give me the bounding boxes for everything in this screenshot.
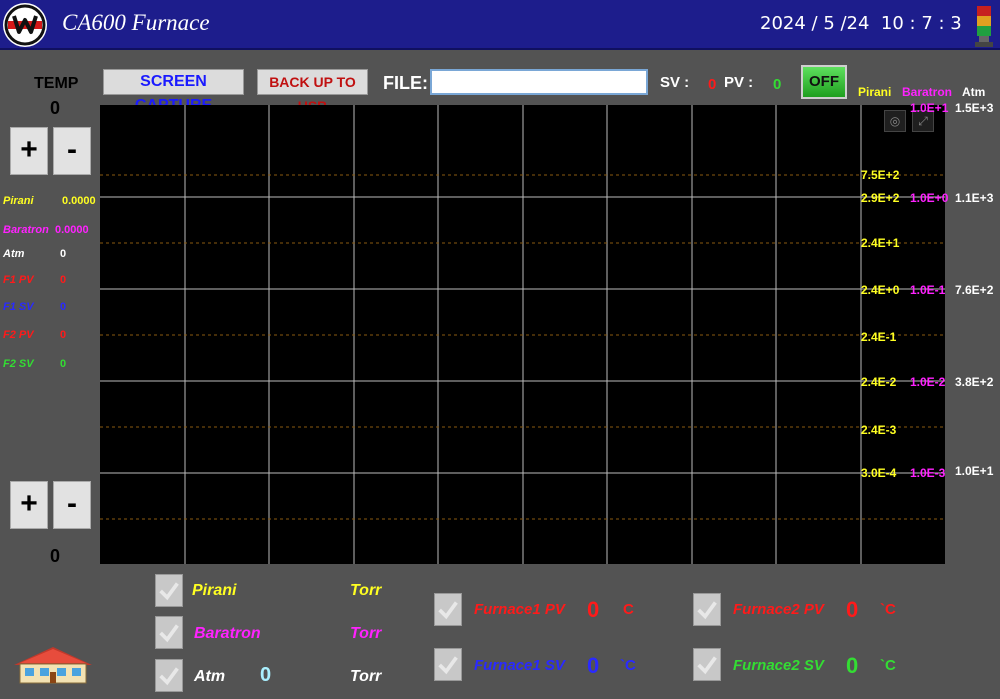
checkbox-check-icon	[697, 601, 717, 620]
legend-furnace1-sv-label: Furnace1 SV	[474, 657, 565, 674]
legend-furnace1-sv-unit: `C	[620, 657, 636, 674]
atm-tick: 1.1E+3	[955, 191, 994, 205]
reading-label-f2-pv: F2 PV	[3, 329, 34, 341]
pirani-tick: 2.4E-1	[861, 330, 897, 344]
zoom-out-top-button[interactable]: -	[53, 127, 91, 175]
zoom-in-bottom-button[interactable]: +	[10, 481, 48, 529]
legend-furnace1-pv-value: 0	[587, 597, 600, 622]
checkbox-check-icon	[438, 601, 458, 620]
reading-label-f2-sv: F2 SV	[3, 358, 34, 370]
legend-furnace2-sv-label: Furnace2 SV	[733, 657, 824, 674]
checkbox-check-icon	[159, 624, 179, 643]
reading-value-baratron: 0.0000	[55, 224, 89, 236]
trend-chart[interactable]: ◎ ⤢	[100, 105, 945, 564]
pv-value: 0	[773, 76, 782, 93]
furnace2-sv-checkbox[interactable]	[693, 648, 721, 681]
reading-value-f1-sv: 0	[60, 301, 67, 313]
chart-grid	[100, 105, 945, 564]
legend-furnace2-sv-value: 0	[846, 653, 859, 678]
reading-value-f2-sv: 0	[60, 358, 67, 370]
legend-furnace1-sv-value: 0	[587, 653, 600, 678]
legend-furnace2-pv-unit: `C	[880, 601, 896, 618]
baratron-checkbox[interactable]	[155, 616, 183, 649]
temp-top-value: 0	[50, 98, 61, 118]
pirani-tick: 2.4E+1	[861, 236, 900, 250]
reading-value-f1-pv: 0	[60, 274, 67, 286]
temp-label: TEMP	[34, 75, 79, 92]
reading-label-f1-sv: F1 SV	[3, 301, 34, 313]
reading-label-f1-pv: F1 PV	[3, 274, 34, 286]
power-off-button[interactable]: OFF	[801, 65, 847, 99]
company-logo-icon	[3, 3, 47, 47]
target-icon[interactable]: ◎	[884, 110, 906, 132]
home-icon[interactable]	[10, 645, 96, 685]
zoom-out-bottom-button[interactable]: -	[53, 481, 91, 529]
legend-furnace2-pv-value: 0	[846, 597, 859, 622]
checkbox-check-icon	[159, 667, 179, 686]
baratron-tick: 1.0E+1	[910, 101, 949, 115]
reading-label-baratron: Baratron	[3, 224, 49, 236]
sv-label: SV :	[660, 74, 690, 91]
backup-to-usb-button[interactable]: BACK UP TO USB	[257, 69, 368, 114]
legend-furnace2-pv-label: Furnace2 PV	[733, 601, 824, 618]
reading-label-pirani: Pirani	[3, 195, 34, 207]
temp-bottom-value: 0	[50, 546, 61, 566]
furnace1-sv-checkbox[interactable]	[434, 648, 462, 681]
pv-label: PV :	[724, 74, 754, 91]
reading-value-pirani: 0.0000	[62, 195, 96, 207]
reading-value-atm: 0	[60, 248, 67, 260]
sv-value: 0	[708, 76, 717, 93]
atm-tick: 7.6E+2	[955, 283, 994, 297]
baratron-tick: 1.0E-1	[910, 283, 946, 297]
legend-pirani-unit: Torr	[350, 582, 382, 599]
pirani-checkbox[interactable]	[155, 574, 183, 607]
legend-atm-unit: Torr	[350, 668, 382, 685]
legend-furnace1-pv-label: Furnace1 PV	[474, 601, 565, 618]
title-bar: CA600 Furnace 2024 / 5 /24 10 : 7 : 3	[0, 0, 1000, 50]
baratron-tick: 1.0E+0	[910, 191, 949, 205]
legend-pirani-label: Pirani	[192, 582, 237, 599]
furnace2-pv-checkbox[interactable]	[693, 593, 721, 626]
atm-tick: 1.5E+3	[955, 101, 994, 115]
checkbox-check-icon	[697, 656, 717, 675]
legend-atm-label: Atm	[194, 668, 226, 685]
stack-light-icon	[975, 6, 993, 47]
legend-furnace1-pv-unit: C	[623, 601, 634, 618]
baratron-axis-header: Baratron	[902, 85, 953, 99]
legend-baratron-label: Baratron	[194, 625, 261, 642]
pirani-tick: 2.4E-2	[861, 375, 897, 389]
pirani-axis-header: Pirani	[858, 85, 892, 99]
pirani-tick: 2.4E+0	[861, 283, 900, 297]
furnace1-pv-checkbox[interactable]	[434, 593, 462, 626]
zoom-in-top-button[interactable]: +	[10, 127, 48, 175]
pirani-tick: 2.4E-3	[861, 423, 897, 437]
atm-tick: 1.0E+1	[955, 464, 994, 478]
atm-tick: 3.8E+2	[955, 375, 994, 389]
pirani-tick: 7.5E+2	[861, 168, 900, 182]
baratron-tick: 1.0E-3	[910, 466, 946, 480]
baratron-tick: 1.0E-2	[910, 375, 946, 389]
reading-label-atm: Atm	[3, 248, 25, 260]
legend-atm-value: 0	[260, 664, 272, 686]
clock-display: 2024 / 5 /24 10 : 7 : 3	[760, 13, 962, 34]
pirani-tick: 3.0E-4	[861, 466, 897, 480]
app-title: CA600 Furnace	[62, 10, 210, 35]
pirani-tick: 2.9E+2	[861, 191, 900, 205]
reading-value-f2-pv: 0	[60, 329, 67, 341]
atm-axis-header: Atm	[962, 85, 986, 99]
checkbox-check-icon	[438, 656, 458, 675]
atm-checkbox[interactable]	[155, 659, 183, 692]
file-label: FILE:	[383, 73, 428, 93]
legend-baratron-unit: Torr	[350, 625, 382, 642]
legend-furnace2-sv-unit: `C	[880, 657, 896, 674]
screen-capture-button[interactable]: SCREEN CAPTURE	[103, 69, 244, 114]
checkbox-check-icon	[159, 582, 179, 601]
file-name-input[interactable]	[430, 69, 648, 95]
